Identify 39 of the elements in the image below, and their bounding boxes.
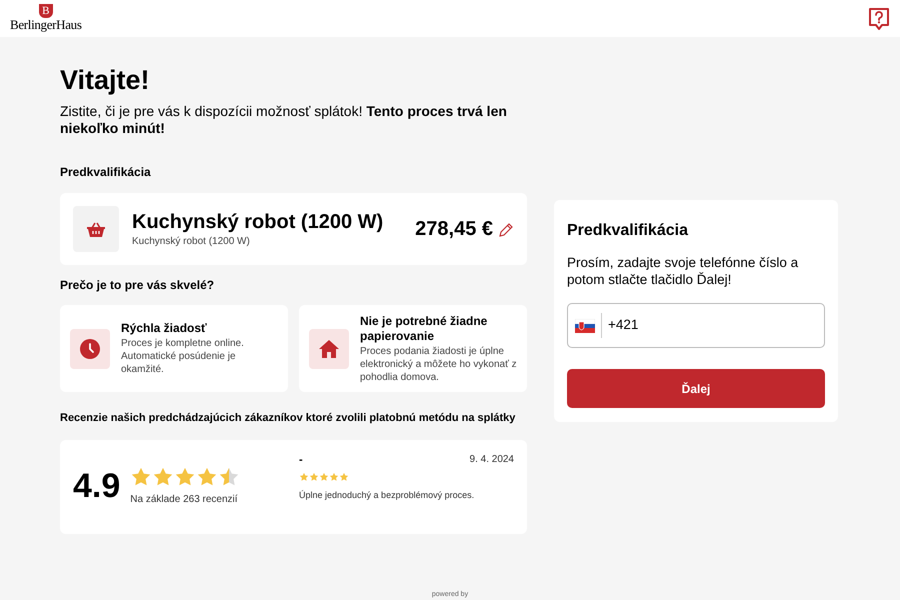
- review-count: Na základe 263 recenzií: [130, 493, 239, 507]
- section-title: Recenzie našich predchádzajúcich zákazníkov ktoré zvolili platobnú metódu na splátky: [60, 411, 516, 426]
- form-title: Predkvalifikácia: [567, 221, 690, 241]
- star-icon: [319, 472, 329, 482]
- star-icon: [299, 472, 309, 482]
- section-title: Prečo je to pre vás skvelé?: [60, 277, 216, 294]
- rating-score: 4.9: [73, 466, 120, 507]
- product-price: 278,45 €: [415, 217, 493, 242]
- help-icon[interactable]: [868, 6, 890, 30]
- star-icon: [309, 472, 319, 482]
- phone-field[interactable]: +421: [567, 303, 825, 348]
- star-icon: [329, 472, 339, 482]
- review-author: -: [299, 452, 303, 468]
- section-title: Predkvalifikácia: [60, 164, 152, 181]
- star-icon: [196, 466, 218, 488]
- star-icon: [218, 466, 240, 488]
- review-date: 9. 4. 2024: [470, 452, 514, 466]
- basket-icon: [87, 222, 105, 236]
- product-subtitle: Kuchynský robot (1200 W): [132, 234, 251, 248]
- page-title: Vitajte!: [60, 64, 151, 97]
- flag-icon: [575, 318, 595, 332]
- phone-input[interactable]: +421: [608, 315, 817, 336]
- star-icon: [152, 466, 174, 488]
- pencil-icon[interactable]: [499, 222, 514, 236]
- benefit-title: Nie je potrebné žiadne papierovanie: [360, 314, 488, 344]
- star-icon: [130, 466, 152, 488]
- clock-icon: [80, 338, 100, 358]
- benefit-text: Proces podania žiadosti je úplne elektronický a môžete ho vykonať z pohodlia domova.: [360, 344, 517, 384]
- next-button[interactable]: Ďalej: [567, 369, 825, 408]
- product-name: Kuchynský robot (1200 W): [132, 210, 384, 234]
- review-text: Úplne jednoduchý a bezproblémový proces.: [299, 489, 476, 502]
- benefit-title: Rýchla žiadosť: [121, 321, 208, 336]
- benefit-text: Proces je kompletne online. Automatické posúdenie je okamžité.: [121, 337, 245, 376]
- intro-text: Zistite, či je pre vás k dispozícii možnosť splátok! Tento proces trvá len niekoľko minút!: [60, 103, 508, 137]
- form-instructions: Prosím, zadajte svoje telefónne číslo a potom stlačte tlačidlo Ďalej!: [567, 254, 800, 288]
- star-icon: [339, 472, 349, 482]
- brand-logo[interactable]: B BerlingerHaus: [10, 6, 82, 31]
- star-icon: [174, 466, 196, 488]
- home-icon: [318, 338, 340, 358]
